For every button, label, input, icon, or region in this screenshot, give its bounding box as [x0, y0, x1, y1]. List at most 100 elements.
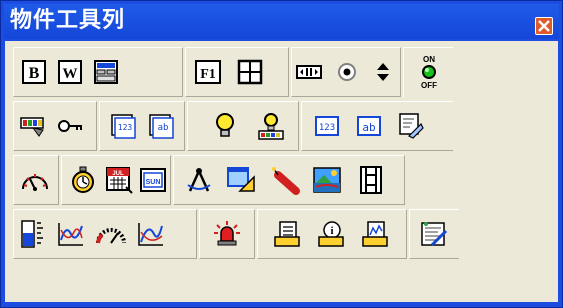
- arc-meter-icon: [96, 228, 126, 244]
- numeric-input-icon: 123: [315, 116, 339, 136]
- stopwatch-icon: [72, 166, 94, 193]
- svg-text:W: W: [63, 66, 78, 82]
- color-chart-icon: [20, 117, 44, 137]
- week-day-button[interactable]: SUN: [136, 162, 170, 198]
- landscape-picture-icon: [313, 167, 341, 193]
- word-text-icon: W: [58, 60, 82, 84]
- trend-data-icon: [362, 221, 388, 247]
- close-icon: [538, 20, 550, 32]
- grid-frame-icon: [237, 59, 263, 85]
- timer-button[interactable]: [66, 162, 100, 198]
- window-title: 物件工具列: [10, 8, 126, 33]
- close-button[interactable]: [535, 17, 553, 35]
- meter-button[interactable]: [18, 162, 52, 198]
- spin-arrows-icon: [377, 63, 389, 81]
- toolbar-group-charts: [13, 209, 197, 259]
- toolbar-group-indicators: [187, 101, 299, 151]
- toolbar-group-data: i: [257, 209, 407, 259]
- calendar-icon: JUL: [106, 167, 133, 194]
- toolbar-group-meter: [13, 155, 59, 205]
- svg-text:123: 123: [319, 123, 335, 133]
- color-chart-button[interactable]: [16, 108, 50, 144]
- svg-text:ab: ab: [158, 123, 169, 133]
- svg-text:B: B: [29, 65, 40, 82]
- bit-lamp-icon: [258, 113, 284, 140]
- toolbar-group-time: JUL SUN: [61, 155, 171, 205]
- word-text-button[interactable]: W: [53, 54, 87, 90]
- light-bulb-button[interactable]: [208, 108, 242, 144]
- numeric-display-button[interactable]: 123: [106, 108, 140, 144]
- trend-graph-button[interactable]: [54, 216, 88, 252]
- text-input-icon: ab: [357, 116, 381, 136]
- numeric-input-button[interactable]: 123: [310, 108, 344, 144]
- toolbar-area: B W F1 ON OFF 123 ab 123 ab JUL SUN i: [5, 41, 558, 302]
- svg-text:i: i: [330, 225, 333, 237]
- svg-text:ON: ON: [423, 55, 435, 64]
- drawing-compass-button[interactable]: [182, 162, 216, 198]
- on-off-switch-button[interactable]: ON OFF: [412, 54, 446, 90]
- slider-switch-icon: [296, 65, 322, 79]
- toolbar-group-display: 123 ab: [99, 101, 185, 151]
- spin-button-tool[interactable]: [366, 54, 400, 90]
- xy-plot-button[interactable]: [134, 216, 168, 252]
- recipe-button[interactable]: [416, 216, 450, 252]
- day-display-icon: SUN: [140, 168, 166, 192]
- picture-button-icon: [94, 60, 118, 84]
- window-object-button[interactable]: [224, 162, 258, 198]
- title-bar[interactable]: 物件工具列: [4, 4, 559, 39]
- trend-curve-icon: [58, 223, 83, 246]
- light-bulb-icon: [216, 113, 234, 137]
- slider-switch-button[interactable]: [292, 54, 326, 90]
- event-info-button[interactable]: i: [314, 216, 348, 252]
- bar-graph-icon: [21, 220, 43, 248]
- history-data-button[interactable]: [270, 216, 304, 252]
- svg-text:ab: ab: [362, 121, 375, 134]
- text-display-button[interactable]: ab: [144, 108, 178, 144]
- toolbar-window: 物件工具列 B W F1 ON OFF 123 ab 123 ab JUL SU…: [0, 0, 563, 308]
- toolbar-group-misc: [13, 101, 97, 151]
- toolbar-group-inputs: 123 ab: [301, 101, 453, 151]
- alarm-button[interactable]: [210, 216, 244, 252]
- xy-plot-icon: [138, 223, 163, 246]
- picture-object-button[interactable]: [310, 162, 344, 198]
- numeric-display-icon: 123: [111, 114, 136, 139]
- compass-icon: [187, 168, 211, 192]
- note-edit-button[interactable]: [394, 108, 428, 144]
- function-key-button[interactable]: F1: [191, 54, 225, 90]
- arc-meter-button[interactable]: [94, 216, 128, 252]
- picture-button[interactable]: [89, 54, 123, 90]
- toolbar-group-switch: ON OFF: [403, 47, 453, 97]
- bit-lamp-button[interactable]: [254, 108, 288, 144]
- toolbar-group-recipe: [409, 209, 459, 259]
- date-button[interactable]: JUL: [102, 162, 136, 198]
- function-key-icon: F1: [195, 60, 221, 84]
- key-icon: [58, 120, 82, 132]
- film-strip-icon: [360, 166, 382, 194]
- tag-button[interactable]: [268, 162, 302, 198]
- firecracker-icon: [272, 167, 300, 195]
- text-display-icon: ab: [149, 114, 174, 139]
- svg-text:SUN: SUN: [146, 179, 161, 186]
- svg-text:F1: F1: [200, 67, 216, 82]
- key-button[interactable]: [54, 108, 88, 144]
- svg-text:123: 123: [118, 123, 133, 132]
- info-event-icon: i: [318, 221, 344, 247]
- on-off-switch-icon: ON OFF: [421, 55, 437, 90]
- toolbar-group-text: B W: [13, 47, 183, 97]
- meter-gauge-icon: [22, 174, 48, 191]
- text-input-button[interactable]: ab: [352, 108, 386, 144]
- toolbar-group-controls: [291, 47, 401, 97]
- toolbar-group-keys: F1: [185, 47, 289, 97]
- toolbar-group-alarm: [199, 209, 255, 259]
- animation-button[interactable]: [354, 162, 388, 198]
- bar-graph-button[interactable]: [16, 216, 50, 252]
- window-ruler-icon: [227, 167, 255, 192]
- radio-button-icon: [338, 63, 356, 81]
- grid-frame-button[interactable]: [233, 54, 267, 90]
- alarm-siren-icon: [214, 221, 240, 246]
- recipe-document-icon: [421, 222, 448, 247]
- trend-data-button[interactable]: [358, 216, 392, 252]
- history-data-icon: [274, 221, 300, 247]
- bold-text-button[interactable]: B: [17, 54, 51, 90]
- radio-button-tool[interactable]: [330, 54, 364, 90]
